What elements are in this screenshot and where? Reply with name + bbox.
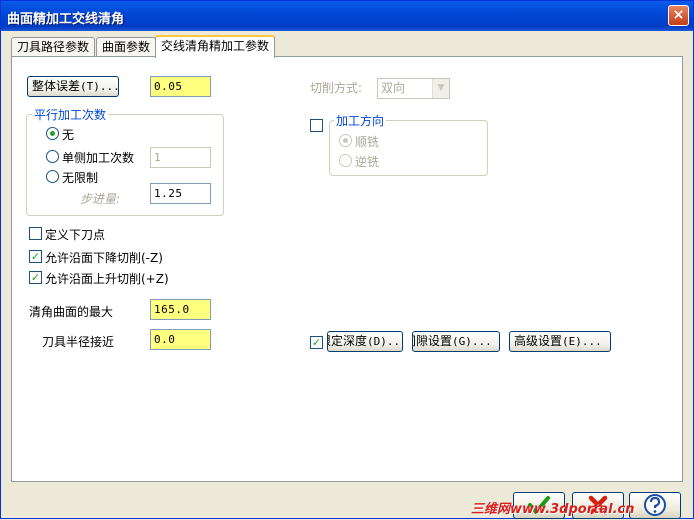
chevron-down-icon: ▼ — [432, 79, 449, 98]
total-tolerance-button-label: 整体误差 — [32, 79, 81, 93]
radio-single-side[interactable] — [46, 150, 59, 163]
radio-conventional-label: 逆铣 — [355, 155, 380, 169]
close-button[interactable]: × — [668, 5, 689, 26]
limit-depth-checkbox[interactable]: ✓ — [310, 336, 323, 349]
title-bar[interactable]: 曲面精加工交线清角 × — [1, 1, 693, 31]
advanced-settings-button-label: 高级设置 — [514, 334, 563, 348]
cut-method-label: 切削方式: — [310, 81, 363, 95]
define-plunge-point-label: 定义下刀点 — [45, 228, 106, 242]
radio-climb[interactable] — [339, 134, 352, 147]
max-corner-angle-input[interactable]: 165.0 — [150, 299, 211, 320]
max-corner-angle-label: 清角曲面的最大 — [29, 305, 114, 319]
check-icon: ✓ — [30, 271, 41, 284]
dialog-window: 曲面精加工交线清角 × 刀具路径参数 曲面参数 交线清角精加工参数 整体误差(T… — [0, 0, 694, 519]
total-tolerance-button[interactable]: 整体误差(T)... — [27, 76, 119, 97]
gap-settings-button-label: 间隙设置 — [413, 334, 453, 348]
radio-unlimited[interactable] — [46, 170, 59, 183]
watermark: 三维网www.3dportal.cn — [471, 502, 635, 517]
cut-method-select[interactable]: 双向 ▼ — [377, 78, 450, 99]
radio-none-label: 无 — [62, 128, 75, 142]
tab-corner-cleanup-params[interactable]: 交线清角精加工参数 — [155, 35, 276, 58]
check-icon: ✓ — [311, 336, 322, 349]
window-title: 曲面精加工交线清角 — [7, 12, 125, 27]
help-icon — [644, 494, 666, 516]
limit-depth-button-key: (D)... — [367, 335, 403, 348]
allow-down-cut-label: 允许沿面下降切削(-Z) — [45, 251, 163, 265]
radio-climb-label: 顺铣 — [355, 135, 380, 149]
advanced-settings-button[interactable]: 高级设置(E)... — [509, 331, 611, 352]
radio-none[interactable] — [46, 127, 59, 140]
limit-depth-button[interactable]: 限定深度(D)... — [327, 331, 403, 352]
total-tolerance-input[interactable]: 0.05 — [150, 76, 211, 97]
allow-up-cut-label: 允许沿面上升切削(+Z) — [45, 272, 169, 286]
radio-conventional[interactable] — [339, 154, 352, 167]
stepover-label: 步进量: — [80, 192, 121, 206]
tab-toolpath-params[interactable]: 刀具路径参数 — [11, 37, 96, 57]
limit-depth-button-label: 限定深度 — [328, 334, 368, 348]
machining-direction-checkbox[interactable] — [310, 119, 323, 132]
advanced-settings-button-key: (E)... — [562, 335, 602, 348]
total-tolerance-button-key: (T)... — [80, 80, 119, 93]
help-button[interactable] — [629, 492, 681, 519]
tool-radius-approach-input[interactable]: 0.0 — [150, 329, 211, 350]
gap-settings-button-key: (G)... — [452, 335, 492, 348]
single-side-count-input[interactable]: 1 — [150, 147, 211, 168]
cut-method-value: 双向 — [381, 81, 406, 95]
tab-surface-params[interactable]: 曲面参数 — [96, 37, 157, 57]
allow-up-cut-checkbox[interactable]: ✓ — [29, 271, 42, 284]
radio-unlimited-label: 无限制 — [62, 171, 99, 185]
machining-direction-legend: 加工方向 — [334, 112, 387, 129]
stepover-input[interactable]: 1.25 — [150, 183, 211, 204]
define-plunge-point-checkbox[interactable] — [29, 227, 42, 240]
allow-down-cut-checkbox[interactable]: ✓ — [29, 250, 42, 263]
check-icon: ✓ — [30, 250, 41, 263]
tool-radius-approach-label: 刀具半径接近 — [42, 335, 115, 349]
parallel-passes-legend: 平行加工次数 — [32, 106, 109, 123]
radio-single-side-label: 单侧加工次数 — [62, 151, 135, 165]
gap-settings-button[interactable]: 间隙设置(G)... — [412, 331, 500, 352]
tab-panel: 整体误差(T)... 0.05 平行加工次数 无 单侧加工次数 1 无限制 步进… — [11, 56, 683, 482]
